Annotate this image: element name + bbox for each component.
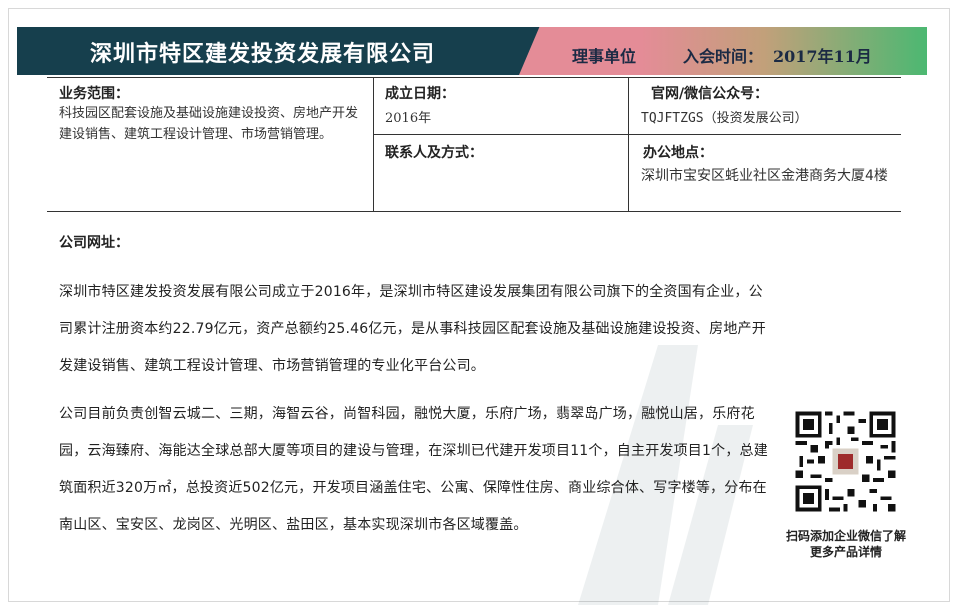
join-date-value: 2017年11月 bbox=[773, 47, 872, 66]
member-type: 理事单位 bbox=[572, 47, 637, 66]
description-paragraph-2: 公司目前负责创智云城二、三期，海智云谷，尚智科园，融悦大厦，乐府广场，翡翠岛广场… bbox=[59, 406, 768, 533]
office-address-label: 办公地点： bbox=[643, 145, 713, 161]
founded-date-label: 成立日期： bbox=[385, 86, 455, 102]
grid-divider bbox=[47, 211, 901, 212]
description-paragraph-1: 深圳市特区建发投资发展有限公司成立于2016年，是深圳市特区建设发展集团有限公司… bbox=[59, 284, 766, 374]
business-scope-value: 科技园区配套设施及基础设施建设投资、房地产开发建设销售、建筑工程设计管理、市场营… bbox=[59, 106, 359, 142]
website-wechat-label: 官网/微信公众号： bbox=[651, 86, 769, 102]
business-scope-label: 业务范围： bbox=[59, 86, 129, 102]
company-url-label: 公司网址： bbox=[59, 235, 129, 251]
qr-caption: 扫码添加企业微信了解更多产品详情 bbox=[786, 529, 907, 559]
grid-divider bbox=[47, 77, 901, 78]
grid-divider bbox=[373, 77, 374, 212]
website-wechat-value: TQJFTZGS（投资发展公司） bbox=[641, 111, 808, 126]
founded-date-value: 2016年 bbox=[385, 111, 432, 126]
company-name: 深圳市特区建发投资发展有限公司 bbox=[90, 42, 436, 67]
grid-divider bbox=[628, 77, 629, 212]
contact-label: 联系人及方式： bbox=[385, 145, 483, 161]
grid-divider bbox=[374, 134, 901, 135]
qr-code-icon bbox=[792, 408, 899, 515]
office-address-value: 深圳市宝安区蚝业社区金港商务大厦4楼 bbox=[641, 168, 888, 184]
join-date-label: 入会时间： bbox=[683, 47, 764, 66]
